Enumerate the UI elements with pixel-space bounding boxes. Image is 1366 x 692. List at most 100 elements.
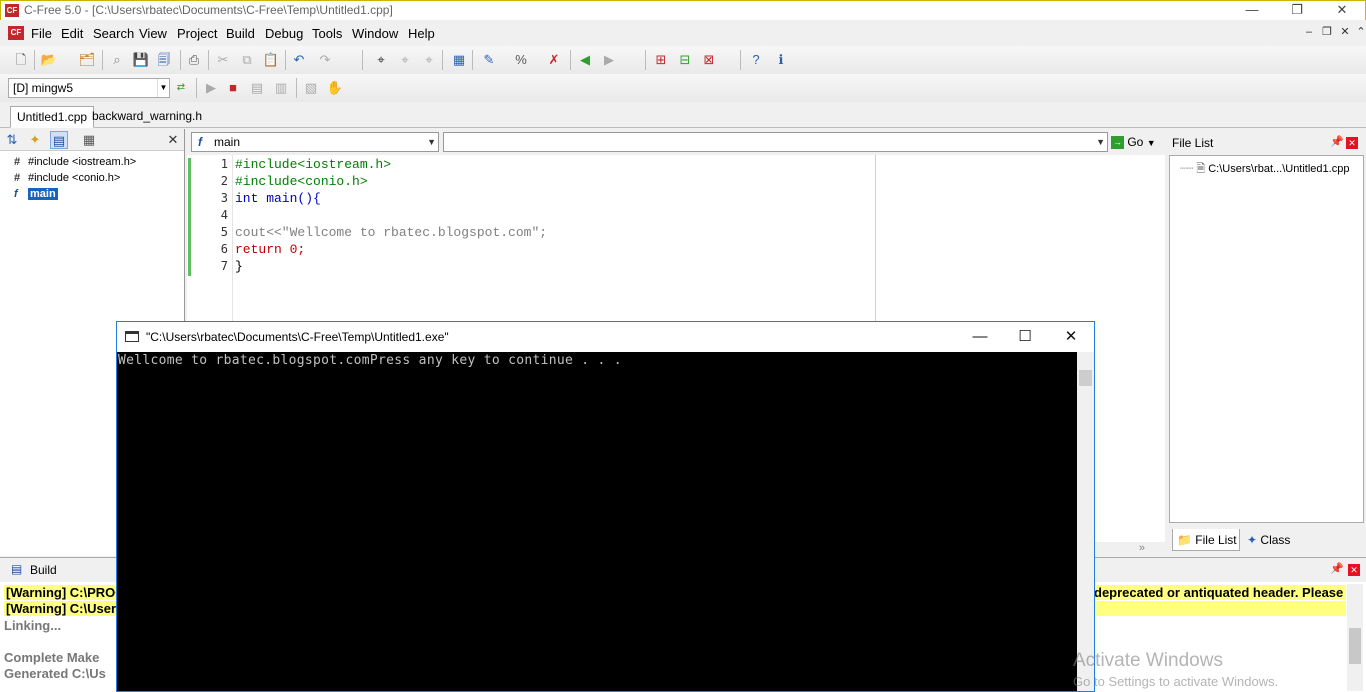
app-icon: CF [5,4,19,17]
tab-file-list[interactable]: 📁 File List [1172,529,1240,551]
menu-search[interactable]: Search [93,26,134,41]
view-options-icon[interactable]: ▦ [80,131,98,149]
menu-file[interactable]: File [31,26,52,41]
show-members-icon[interactable]: ▤ [50,131,68,149]
document-tabs: Untitled1.cpp backward_warning.h [0,102,1366,128]
line-number: 1 [220,157,228,171]
tree-connector: ┈┈ [1180,163,1194,175]
toolbar-separator [208,50,209,70]
toggle-comment-icon[interactable]: % [512,51,530,69]
find-icon[interactable]: ⌖ [372,51,390,69]
build-icon[interactable]: ▥ [272,79,290,97]
paste-icon[interactable]: 📋 [262,51,280,69]
menu-debug[interactable]: Debug [265,26,303,41]
hand-icon[interactable]: ✋ [326,79,344,97]
run-icon[interactable]: ▶ [202,79,220,97]
console-vertical-scrollbar[interactable] [1077,352,1094,691]
close-button[interactable]: ✕ [1319,1,1365,21]
line-number: 6 [220,242,228,256]
close-panel-icon[interactable]: ✕ [164,131,182,149]
menu-build[interactable]: Build [226,26,255,41]
file-list-title: File List [1172,136,1214,150]
sort-az-icon[interactable]: ⇅ [3,131,21,149]
menu-help[interactable]: Help [408,26,435,41]
find-in-files-icon[interactable]: ⌕ [108,51,126,69]
close-icon[interactable]: ✕ [1346,137,1358,149]
scroll-right-icon[interactable]: » [1139,542,1145,554]
project-add-icon[interactable]: ⊞ [652,51,670,69]
menu-view[interactable]: View [139,26,167,41]
mdi-minimize-icon[interactable]: – [1302,25,1316,39]
watermark-subtitle: Go to Settings to activate Windows. [1073,674,1279,689]
menu-tools[interactable]: Tools [312,26,342,41]
forward-arrow-icon[interactable]: ▶ [600,51,618,69]
project-remove-icon[interactable]: ⊠ [700,51,718,69]
build-line: Generated C:\Us [4,666,106,681]
open-folder-icon[interactable]: 📂 [40,51,58,69]
menu-window[interactable]: Window [352,26,398,41]
watermark-title: Activate Windows [1073,650,1223,671]
mdi-collapse-icon[interactable]: ⌃ [1354,25,1366,39]
line-number: 7 [220,259,228,273]
scrollbar-thumb[interactable] [1079,370,1092,386]
console-close-button[interactable]: ✕ [1048,322,1094,352]
stop-icon[interactable]: ■ [224,79,242,97]
redo-icon[interactable]: ↷ [316,51,334,69]
go-button[interactable]: → Go ▼ [1111,132,1163,152]
tree-item-include-conio[interactable]: # #include <conio.h> [14,171,120,185]
help-icon[interactable]: ? [747,51,765,69]
minimize-button[interactable]: — [1229,1,1275,21]
bookmark-icon[interactable]: ✎ [480,51,498,69]
project-export-icon[interactable]: ⊟ [676,51,694,69]
undo-icon[interactable]: ↶ [290,51,308,69]
compile-icon[interactable]: ▤ [248,79,266,97]
tree-item-main[interactable]: f main [14,187,58,201]
debug-icon[interactable]: ▧ [302,79,320,97]
class-filter-icon[interactable]: ✦ [26,131,44,149]
chevron-down-icon: ▼ [427,137,436,147]
mdi-restore-icon[interactable]: ❐ [1320,25,1334,39]
open-project-icon[interactable]: 🗂 [78,51,96,69]
build-vertical-scrollbar[interactable] [1347,584,1363,691]
symbol-combo[interactable]: ▼ [443,132,1108,152]
code-line: return 0; [235,242,306,257]
maximize-button[interactable]: ❐ [1274,1,1320,21]
chevron-down-icon: ▼ [1146,138,1156,148]
console-window[interactable]: "C:\Users\rbatec\Documents\C-Free\Temp\U… [116,321,1095,692]
goto-line-icon[interactable]: ▦ [450,51,468,69]
new-file-icon[interactable]: 🗋 [12,51,30,69]
tree-item-include-iostream[interactable]: # #include <iostream.h> [14,155,136,169]
close-icon[interactable]: ✕ [1348,564,1360,576]
console-minimize-button[interactable]: — [957,322,1003,352]
save-icon[interactable]: 💾 [132,51,150,69]
menu-bar: CF File Edit Search View Project Build D… [0,20,1366,46]
compiler-config-icon[interactable]: ⇄ [172,79,190,97]
tab-backward-warning[interactable]: backward_warning.h [86,106,208,128]
back-arrow-icon[interactable]: ◀ [576,51,594,69]
tree-item-label: #include <conio.h> [28,172,121,184]
mdi-close-icon[interactable]: ✕ [1338,25,1352,39]
cut-icon[interactable]: ✂ [214,51,232,69]
app-menu-icon[interactable]: CF [8,26,24,40]
replace-icon[interactable]: ⌖ [420,51,438,69]
scrollbar-thumb[interactable] [1349,628,1361,664]
folder-icon: 📁 [1177,533,1192,547]
pin-icon[interactable]: 📌 [1330,562,1344,575]
tab-untitled1[interactable]: Untitled1.cpp [10,106,95,128]
console-title-bar: "C:\Users\rbatec\Documents\C-Free\Temp\U… [117,322,1094,352]
function-combo[interactable]: f main ▼ [191,132,439,152]
find-next-icon[interactable]: ⌖ [396,51,414,69]
remove-comment-icon[interactable]: ✗ [545,51,563,69]
pin-icon[interactable]: 📌 [1330,135,1344,148]
tab-class[interactable]: ✦ Class [1243,529,1303,551]
menu-edit[interactable]: Edit [61,26,83,41]
info-icon[interactable]: ℹ [772,51,790,69]
console-maximize-button[interactable]: ☐ [1002,322,1048,352]
copy-icon[interactable]: ⧉ [238,51,256,69]
print-icon[interactable]: ⎙ [185,51,203,69]
save-all-icon[interactable]: 🗐 [155,51,173,69]
file-list-item[interactable]: ┈┈ 🗎 C:\Users\rbat...\Untitled1.cpp [1180,160,1349,179]
menu-project[interactable]: Project [177,26,217,41]
code-line: #include<conio.h> [235,174,368,189]
compiler-select[interactable]: [D] mingw5 ▼ [8,78,170,98]
